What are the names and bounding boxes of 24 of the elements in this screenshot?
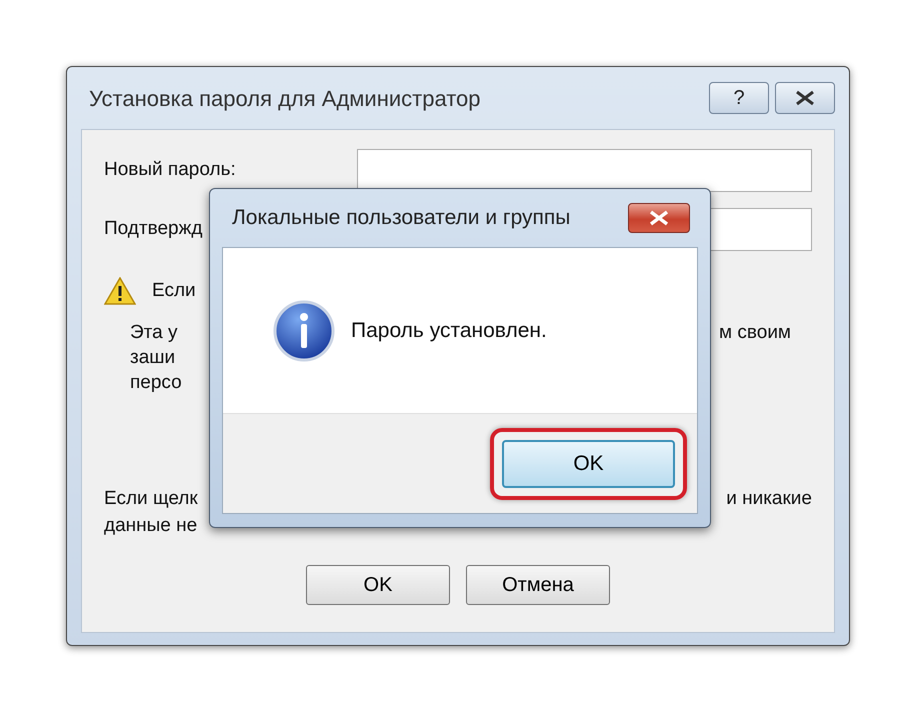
warning-text: м своим (719, 320, 792, 344)
warning-text: Эта у (130, 320, 178, 344)
ok-button[interactable]: OK (306, 564, 450, 604)
warning-icon (104, 277, 136, 306)
note-text: и никакие (726, 486, 812, 510)
cancel-button[interactable]: Отмена (466, 564, 610, 604)
help-button[interactable]: ? (709, 82, 769, 114)
message-text: Пароль установлен. (351, 318, 547, 344)
close-button[interactable] (775, 82, 835, 114)
message-box-title: Локальные пользователи и группы (232, 205, 572, 232)
window-title: Установка пароля для Администратор (89, 84, 482, 113)
warning-text: заши (130, 346, 176, 370)
close-icon (648, 210, 670, 226)
info-icon (273, 300, 335, 362)
password-field[interactable] (357, 149, 812, 192)
note-text: Если щелк (104, 486, 198, 510)
field-label: Подтвержд (104, 218, 202, 240)
warning-text: персо (130, 370, 182, 394)
field-label: Новый пароль: (104, 159, 236, 180)
close-button[interactable] (628, 203, 690, 233)
ok-button[interactable]: OK (502, 440, 675, 488)
close-icon (794, 90, 816, 106)
warning-text: Если (152, 279, 196, 303)
note-text: данные не (104, 514, 198, 538)
